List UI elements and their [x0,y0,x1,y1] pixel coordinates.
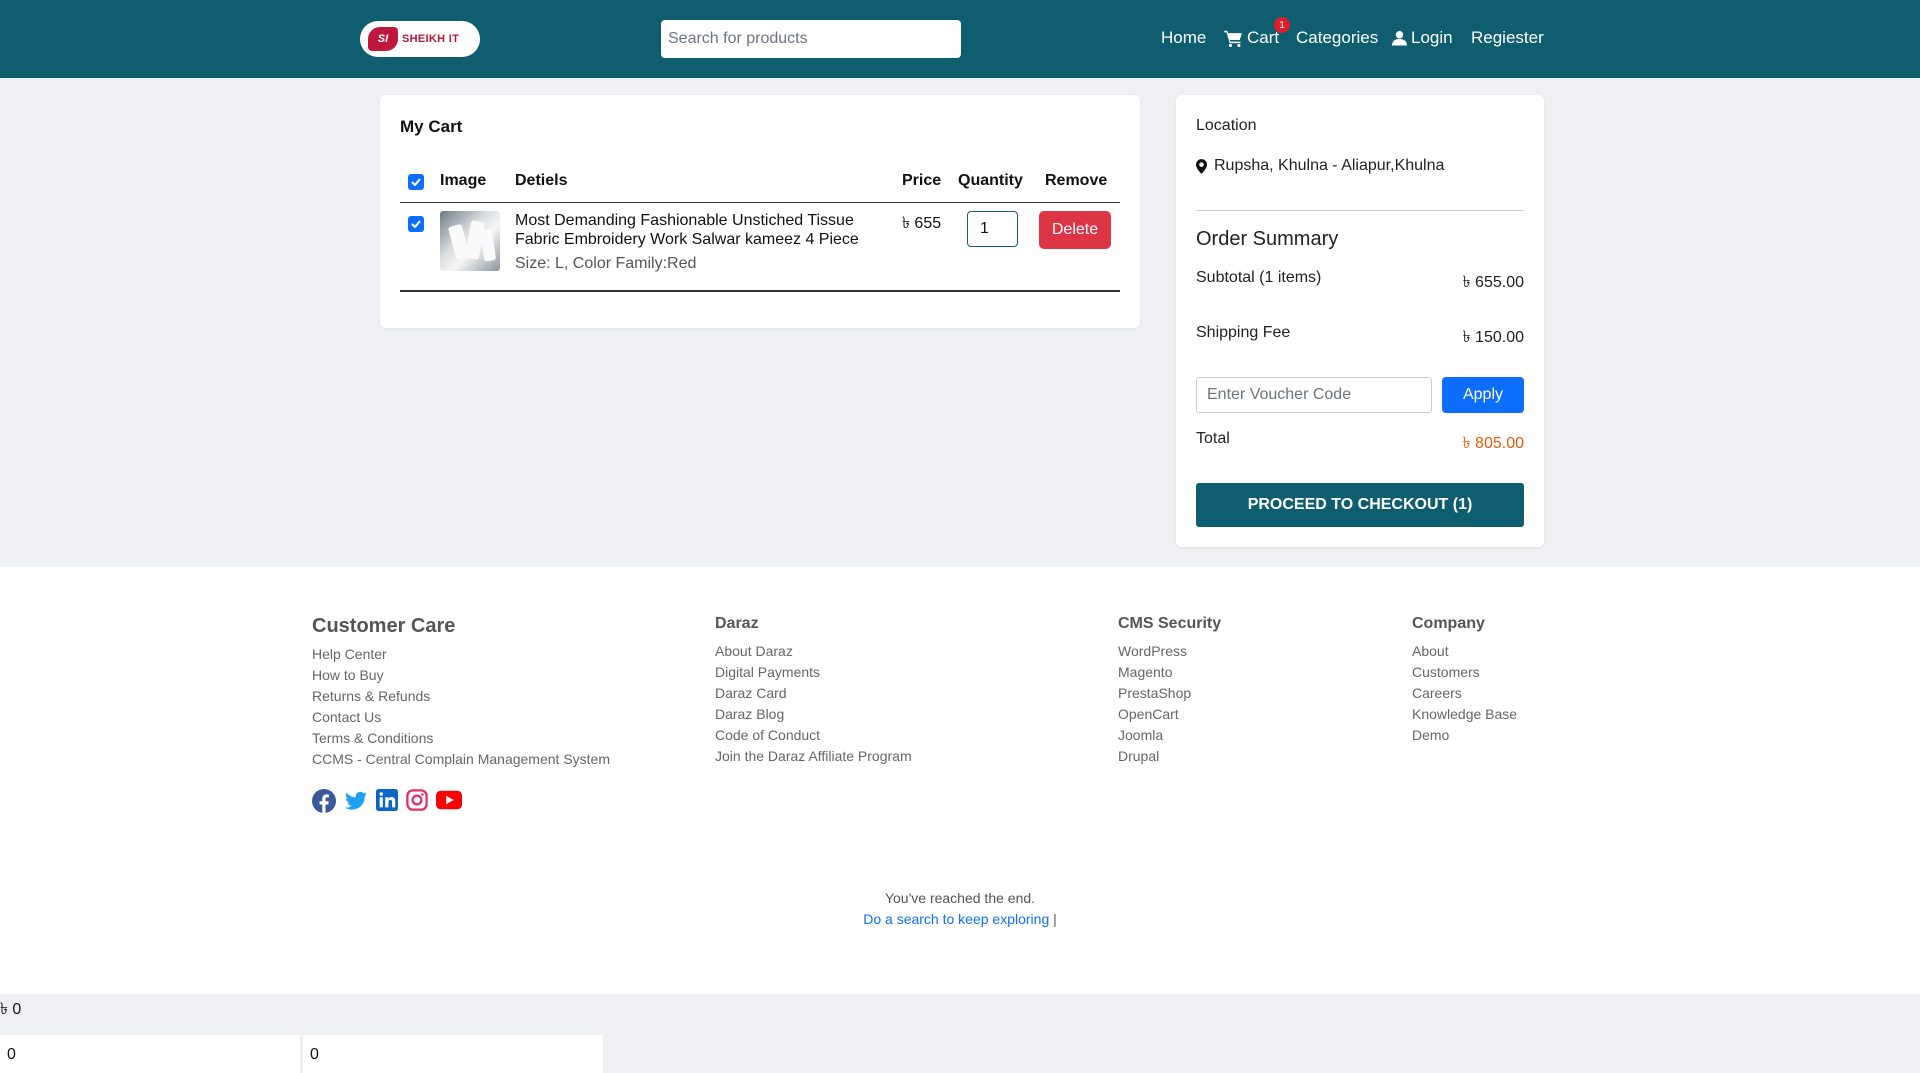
column-details: Detiels [515,172,568,189]
column-remove: Remove [1045,172,1108,189]
linkedin-icon[interactable] [376,789,398,811]
nav-categories[interactable]: Categories [1296,28,1378,48]
item-checkbox[interactable] [408,216,424,232]
footer-heading: Customer Care [312,615,456,637]
footer-link[interactable]: Contact Us [312,707,610,728]
footer-link[interactable]: About [1412,641,1517,662]
nav-register[interactable]: Regiester [1471,28,1544,48]
nav-login[interactable]: Login [1392,28,1453,48]
footer-link[interactable]: Code of Conduct [715,725,912,746]
voucher-code-input[interactable]: Enter Voucher Code [1196,377,1432,413]
check-icon [411,178,421,186]
nav-home-label: Home [1161,28,1207,47]
subtotal-value: ৳ 655.00 [1462,274,1524,291]
footer-link[interactable]: Daraz Blog [715,704,912,725]
footer-link[interactable]: How to Buy [312,665,610,686]
end-message: You've reached the end. [884,890,1036,906]
nav-cart[interactable]: Cart [1224,28,1279,48]
check-icon [411,220,421,228]
footer-link[interactable]: Magento [1118,662,1221,683]
total-label: Total [1196,430,1230,447]
footer-link[interactable]: Daraz Card [715,683,912,704]
product-name[interactable]: Most Demanding Fashionable Unstiched Tis… [515,211,895,249]
quantity-input[interactable]: 1 [967,211,1018,247]
product-price: ৳ 655 [902,215,942,232]
column-image: Image [440,172,487,189]
order-summary-heading: Order Summary [1196,228,1339,250]
nav-cart-label: Cart [1247,28,1280,47]
shipping-label: Shipping Fee [1196,324,1291,341]
location-row: Rupsha, Khulna - Aliapur,Khulna [1196,157,1444,175]
footer-link[interactable]: OpenCart [1118,704,1221,725]
facebook-icon[interactable] [312,789,336,813]
explore-link[interactable]: Do a search to keep exploring [863,911,1049,927]
footer-col-company: Company About Customers Careers Knowledg… [1412,615,1517,746]
nav-login-label: Login [1411,28,1453,47]
nav-categories-label: Categories [1296,28,1379,47]
footer-link[interactable]: Digital Payments [715,662,912,683]
footer-link[interactable]: Customers [1412,662,1517,683]
shipping-value: ৳ 150.00 [1462,329,1524,346]
footer-heading: CMS Security [1118,615,1222,632]
cart-count-badge: 1 [1274,17,1290,33]
youtube-icon[interactable] [436,789,462,811]
footer-col-daraz: Daraz About Daraz Digital Payments Daraz… [715,615,912,767]
logo-mark: SI [368,27,398,51]
header-divider [400,202,1120,203]
footer-link[interactable]: Returns & Refunds [312,686,610,707]
map-pin-icon [1196,158,1207,174]
search-input[interactable] [661,20,961,58]
footer-link[interactable]: Drupal [1118,746,1221,767]
select-all-checkbox[interactable] [408,174,424,190]
footer-col-customer-care: Customer Care Help Center How to Buy Ret… [312,615,610,770]
footer-col-cms-security: CMS Security WordPress Magento PrestaSho… [1118,615,1221,767]
product-image[interactable] [440,211,500,271]
site-logo[interactable]: SI SHEIKH IT [360,21,480,57]
instagram-icon[interactable] [406,789,428,811]
proceed-to-checkout-button[interactable]: PROCEED TO CHECKOUT (1) [1196,483,1524,527]
footer-link[interactable]: Careers [1412,683,1517,704]
product-variation: Size: L, Color Family:Red [515,255,697,272]
apply-voucher-button[interactable]: Apply [1442,377,1524,413]
nav-home[interactable]: Home [1161,28,1206,48]
cart-icon [1224,30,1242,47]
nav-register-label: Regiester [1471,28,1544,47]
explore-line: Do a search to keep exploring | [0,911,1920,927]
social-links [312,789,462,813]
location-label: Location [1196,117,1257,134]
footer-link[interactable]: CCMS - Central Complain Management Syste… [312,749,610,770]
footer-heading: Daraz [715,615,759,632]
footer-heading: Company [1412,615,1485,632]
footer-link[interactable]: About Daraz [715,641,912,662]
bottom-field-2[interactable]: 0 [303,1035,603,1073]
explore-separator: | [1053,911,1057,927]
footer-link[interactable]: Terms & Conditions [312,728,610,749]
footer-link[interactable]: Join the Daraz Affiliate Program [715,746,912,767]
footer-link[interactable]: Joomla [1118,725,1221,746]
subtotal-label: Subtotal (1 items) [1196,269,1322,286]
top-navbar: SI SHEIKH IT Home Cart 1 Categories Logi… [0,0,1920,78]
bottom-field-1[interactable]: 0 [0,1035,300,1073]
user-icon [1392,30,1407,46]
column-price: Price [902,172,942,189]
footer-link[interactable]: PrestaShop [1118,683,1221,704]
footer-link[interactable]: Knowledge Base [1412,704,1517,725]
twitter-icon[interactable] [344,789,368,813]
total-value: ৳ 805.00 [1462,435,1524,452]
location-value: Rupsha, Khulna - Aliapur,Khulna [1214,157,1445,174]
footer-link[interactable]: WordPress [1118,641,1221,662]
table-bottom-divider [400,290,1120,292]
bottom-amount: ৳ 0 [0,1001,22,1018]
cart-panel: My Cart Image Detiels Price Quantity Rem… [380,95,1140,328]
footer-link[interactable]: Demo [1412,725,1517,746]
column-quantity: Quantity [958,172,1023,189]
site-footer: Customer Care Help Center How to Buy Ret… [0,567,1920,994]
footer-link[interactable]: Help Center [312,644,610,665]
logo-text: SHEIKH IT [402,32,460,45]
cart-title: My Cart [400,117,463,136]
order-summary-panel: Location Rupsha, Khulna - Aliapur,Khulna… [1176,95,1544,547]
delete-button[interactable]: Delete [1039,211,1111,249]
summary-divider [1196,210,1524,211]
